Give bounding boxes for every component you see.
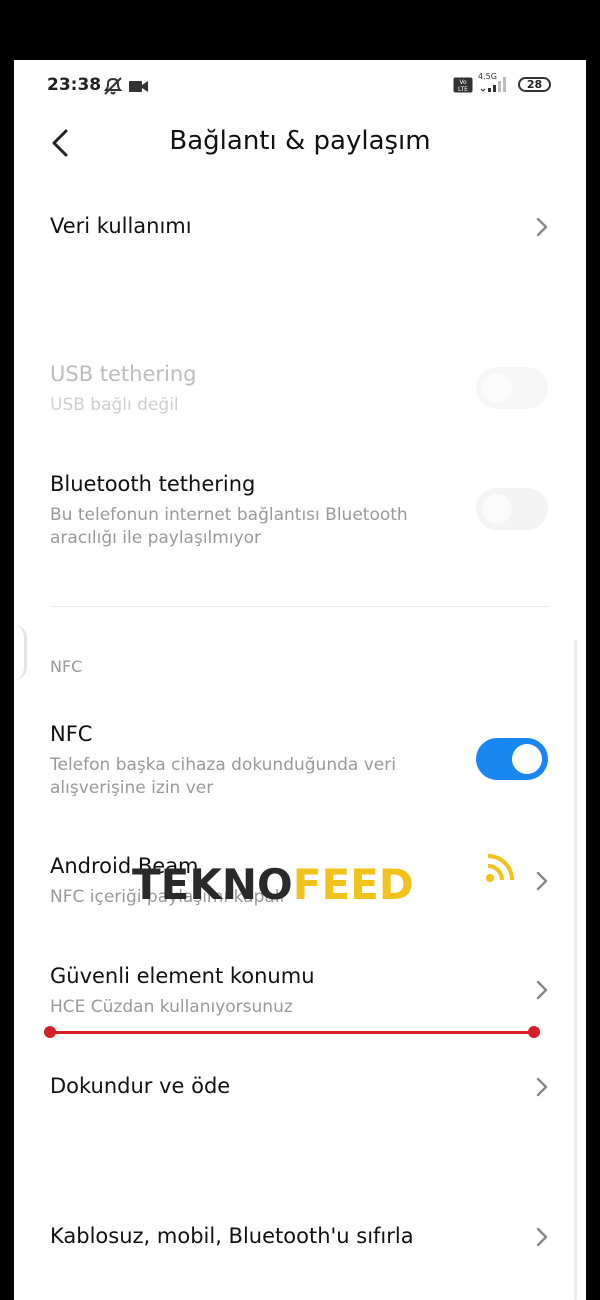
- section-divider: [50, 606, 550, 607]
- reset-network-item[interactable]: Kablosuz, mobil, Bluetooth'u sıfırla: [14, 1210, 586, 1270]
- nfc-subtitle: Telefon başka cihaza dokunduğunda veri a…: [50, 755, 396, 798]
- usb-tethering-item: USB tethering USB bağlı değil: [14, 350, 586, 430]
- volte-icon: Vo LTE: [453, 77, 473, 93]
- chevron-right-icon: [536, 871, 548, 891]
- annotation-dot-left: [44, 1026, 56, 1038]
- chevron-right-icon: [536, 217, 548, 237]
- usb-tethering-title: USB tethering: [50, 362, 197, 386]
- nfc-section-label: NFC: [50, 657, 83, 676]
- chevron-right-icon: [536, 1077, 548, 1097]
- secure-element-title: Güvenli element konumu: [50, 964, 315, 988]
- reset-network-title: Kablosuz, mobil, Bluetooth'u sıfırla: [50, 1224, 414, 1248]
- tap-and-pay-title: Dokundur ve öde: [50, 1074, 231, 1098]
- chevron-right-icon: [536, 1227, 548, 1247]
- page-title: Bağlantı & paylaşım: [169, 126, 431, 156]
- status-time: 23:38: [47, 75, 102, 95]
- data-usage-title: Veri kullanımı: [50, 214, 192, 238]
- signal-icon: [480, 77, 506, 92]
- toggle-knob: [482, 494, 512, 524]
- alarm-off-icon: [103, 77, 123, 95]
- data-usage-item[interactable]: Veri kullanımı: [14, 200, 586, 260]
- video-camera-icon: [129, 81, 148, 92]
- tap-and-pay-item[interactable]: Dokundur ve öde: [14, 1060, 586, 1120]
- edge-swipe-indicator: [14, 625, 27, 680]
- wifi-signal-icon: [486, 854, 514, 882]
- screen: 23:38 Vo LTE 4.5G 28 Bağlantı & paylaşım: [14, 60, 586, 1300]
- annotation-line: [48, 1031, 534, 1034]
- chevron-right-icon: [536, 980, 548, 1000]
- status-bar: 23:38 Vo LTE 4.5G 28: [14, 60, 586, 110]
- nfc-item[interactable]: NFC Telefon başka cihaza dokunduğunda ve…: [14, 710, 586, 810]
- bluetooth-tethering-title: Bluetooth tethering: [50, 472, 256, 496]
- usb-tethering-toggle: [476, 367, 548, 409]
- battery-indicator: 28: [518, 77, 551, 92]
- nfc-toggle[interactable]: [476, 738, 548, 780]
- usb-tethering-subtitle: USB bağlı değil: [50, 395, 179, 415]
- bluetooth-tethering-item[interactable]: Bluetooth tethering Bu telefonun interne…: [14, 460, 586, 560]
- secure-element-subtitle: HCE Cüzdan kullanıyorsunuz: [50, 997, 293, 1017]
- toggle-knob: [482, 373, 512, 403]
- toggle-knob: [512, 744, 542, 774]
- svg-text:LTE: LTE: [458, 86, 468, 93]
- svg-text:Vo: Vo: [459, 79, 467, 86]
- secure-element-item[interactable]: Güvenli element konumu HCE Cüzdan kullan…: [14, 952, 586, 1032]
- watermark-text-dark: TEKNO: [132, 860, 293, 909]
- annotation-dot-right: [528, 1026, 540, 1038]
- bluetooth-tethering-subtitle: Bu telefonun internet bağlantısı Bluetoo…: [50, 505, 408, 548]
- bluetooth-tethering-toggle[interactable]: [476, 488, 548, 530]
- watermark-logo: TEKNOFEED: [132, 854, 514, 920]
- nfc-title: NFC: [50, 722, 93, 746]
- watermark-text-yellow: FEED: [292, 860, 414, 909]
